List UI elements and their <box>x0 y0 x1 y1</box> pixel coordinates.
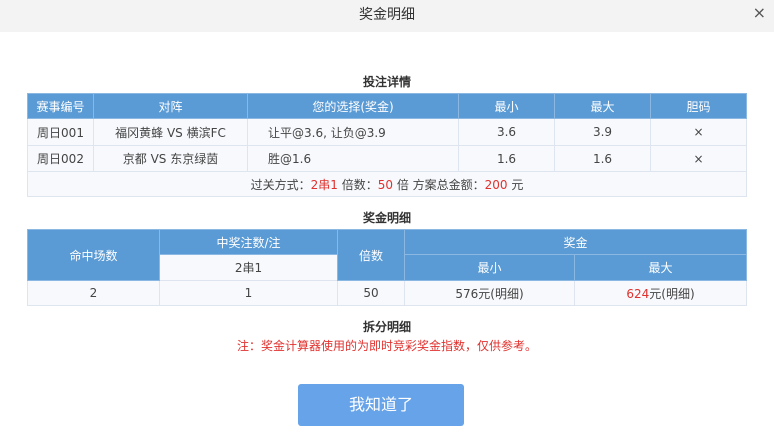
header-pass-type: 2串1 <box>159 254 338 281</box>
total-value: 200 <box>484 177 508 192</box>
header-cell: 胆码 <box>650 93 747 119</box>
total-label: 倍 方案总金额： <box>393 177 485 192</box>
max-odds: 3.9 <box>554 118 651 146</box>
selection: 让平@3.6, 让负@3.9 <box>247 118 459 146</box>
bet-details-title: 投注详情 <box>362 75 411 89</box>
prize-details-title: 奖金明细 <box>362 211 411 225</box>
currency-label: 元 <box>507 177 524 192</box>
disclaimer-note: 注：奖金计算器使用的为即时竞彩奖金指数，仅供参考。 <box>236 339 537 353</box>
pass-type-value: 2串1 <box>310 177 338 192</box>
header-cell: 最小 <box>458 93 555 119</box>
multiplier-label: 倍数： <box>337 177 378 192</box>
max-prize-value: 624 <box>626 286 650 301</box>
count-value: 1 <box>159 280 338 306</box>
max-odds: 1.6 <box>554 145 651 172</box>
dialog-titlebar: 奖金明细 × <box>0 0 774 32</box>
match-teams: 福冈黄蜂 VS 横滨FC <box>93 118 248 146</box>
prize-table: 命中场数 中奖注数/注 倍数 奖金 2串1 最小 最大 2 1 50 576元(… <box>27 229 748 306</box>
max-prize-suffix: 元(明细) <box>649 286 695 301</box>
max-prize-link[interactable]: 624元(明细) <box>573 280 748 306</box>
match-id: 周日001 <box>27 118 94 146</box>
header-cell: 最大 <box>554 93 651 119</box>
selection: 胜@1.6 <box>247 145 459 172</box>
table-row: 2 1 50 576元(明细) 624元(明细) <box>27 280 748 306</box>
min-odds: 3.6 <box>458 118 555 146</box>
bet-details-table: 赛事编号 对阵 您的选择(奖金) 最小 最大 胆码 周日001 福冈黄蜂 VS … <box>27 93 747 197</box>
banker: × <box>650 118 747 146</box>
table-header: 赛事编号 对阵 您的选择(奖金) 最小 最大 胆码 <box>27 93 747 119</box>
header-cell: 对阵 <box>93 93 248 119</box>
split-details-title: 拆分明细 <box>362 320 411 334</box>
header-count: 中奖注数/注 <box>159 229 338 255</box>
pass-type-label: 过关方式： <box>250 177 311 192</box>
header-cell: 您的选择(奖金) <box>247 93 459 119</box>
table-row: 周日002 京都 VS 东京绿茵 胜@1.6 1.6 1.6 × <box>27 145 747 172</box>
header-min: 最小 <box>404 254 575 281</box>
match-id: 周日002 <box>27 145 94 172</box>
dialog-title: 奖金明细 <box>359 7 415 23</box>
acknowledge-button[interactable]: 我知道了 <box>298 384 464 426</box>
min-odds: 1.6 <box>458 145 555 172</box>
multiplier-value: 50 <box>337 280 405 306</box>
header-hits: 命中场数 <box>27 229 160 281</box>
hits-value: 2 <box>27 280 160 306</box>
match-teams: 京都 VS 东京绿茵 <box>93 145 248 172</box>
banker: × <box>650 145 747 172</box>
table-row: 周日001 福冈黄蜂 VS 横滨FC 让平@3.6, 让负@3.9 3.6 3.… <box>27 118 747 146</box>
header-multiplier: 倍数 <box>337 229 405 281</box>
header-prize: 奖金 <box>403 229 748 255</box>
min-prize-link[interactable]: 576元(明细) <box>404 280 575 306</box>
summary-row: 过关方式：2串1 倍数：50 倍 方案总金额：200 元 <box>27 171 747 197</box>
summary: 过关方式：2串1 倍数：50 倍 方案总金额：200 元 <box>27 171 747 197</box>
close-icon[interactable]: × <box>753 0 766 26</box>
header-max: 最大 <box>573 254 748 281</box>
header-cell: 赛事编号 <box>27 93 94 119</box>
multiplier-value: 50 <box>377 177 394 192</box>
